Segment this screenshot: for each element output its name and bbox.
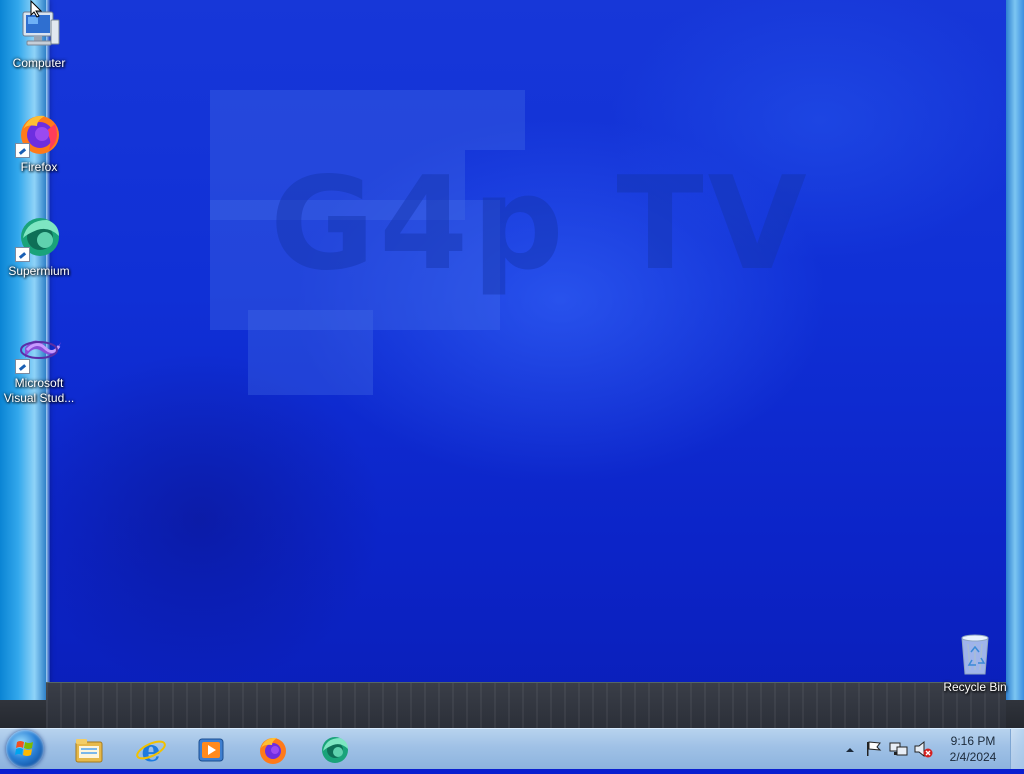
- supermium-icon: [322, 737, 348, 763]
- volume-button[interactable]: [912, 729, 934, 769]
- wallpaper-watermark-text: G4p TV: [270, 150, 811, 299]
- mouse-cursor-icon: [30, 0, 42, 18]
- window-frame-corner: [1006, 700, 1024, 728]
- chevron-up-icon: [846, 748, 854, 752]
- shortcut-arrow-icon: [15, 359, 30, 374]
- desktop-icon-firefox[interactable]: Firefox: [0, 110, 78, 175]
- media-player-icon: [198, 738, 224, 762]
- visual-studio-icon: [15, 326, 63, 374]
- action-center-button[interactable]: [864, 729, 884, 769]
- desktop-icon-label: Supermium: [8, 264, 70, 278]
- desktop-icon-supermium[interactable]: Supermium: [0, 214, 78, 279]
- window-frame-bottom: [46, 682, 1006, 729]
- taskbar-file-explorer[interactable]: [62, 731, 116, 767]
- firefox-icon: [15, 110, 63, 158]
- recycle-bin-icon: [951, 630, 999, 678]
- taskbar-supermium[interactable]: [308, 731, 362, 767]
- taskbar-media-player[interactable]: [184, 731, 238, 767]
- start-button[interactable]: [6, 730, 44, 768]
- shortcut-arrow-icon: [15, 247, 30, 262]
- supermium-icon: [15, 214, 63, 262]
- network-button[interactable]: [888, 729, 910, 769]
- shortcut-arrow-icon: [15, 143, 30, 158]
- internet-explorer-icon: e: [136, 734, 166, 766]
- clock-date: 2/4/2024: [949, 750, 997, 764]
- network-icon: [889, 742, 908, 756]
- desktop-icon-recycle-bin[interactable]: Recycle Bin: [936, 630, 1014, 695]
- desktop-icon-label: Firefox: [20, 160, 58, 174]
- desktop-icon-label: Computer: [12, 56, 66, 70]
- clock-time: 9:16 PM: [950, 734, 996, 748]
- taskbar-clock[interactable]: 9:16 PM 2/4/2024: [940, 733, 1006, 765]
- window-frame-corner: [0, 700, 46, 728]
- taskbar: e 9:16 PM 2/4/2024: [0, 728, 1024, 769]
- action-center-flag-icon: [867, 741, 882, 756]
- volume-muted-icon: [914, 740, 933, 758]
- svg-text:e: e: [141, 734, 160, 766]
- desktop-icon-visual-studio[interactable]: Microsoft Visual Stud...: [0, 326, 78, 406]
- desktop-icon-label-line2: Visual Stud...: [3, 391, 75, 405]
- file-explorer-icon: [75, 739, 103, 763]
- desktop-wallpaper: G4p TV: [0, 0, 1024, 728]
- show-hidden-icons-button[interactable]: [842, 729, 858, 769]
- taskbar-internet-explorer[interactable]: e: [124, 731, 178, 767]
- desktop-icon-label-line1: Microsoft: [14, 376, 64, 390]
- show-desktop-button[interactable]: [1010, 729, 1024, 769]
- taskbar-firefox[interactable]: [246, 731, 300, 767]
- desktop-icon-label: Recycle Bin: [943, 680, 1007, 694]
- window-frame-right: [1006, 0, 1024, 700]
- firefox-icon: [260, 737, 286, 764]
- windows-logo-icon: [15, 741, 33, 756]
